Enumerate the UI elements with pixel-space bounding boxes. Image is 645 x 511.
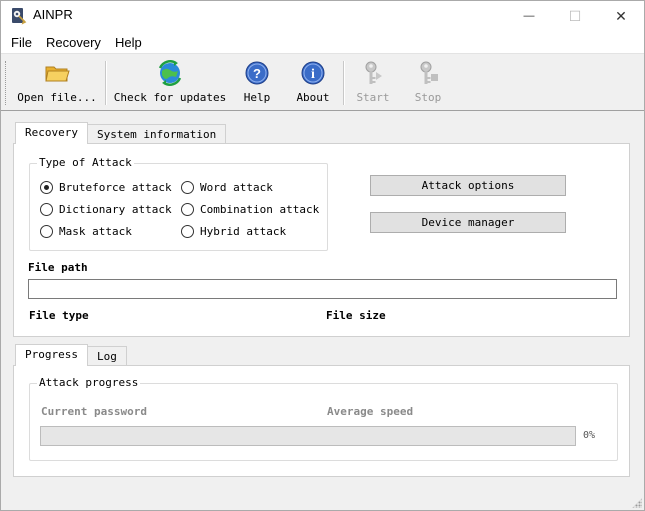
info-icon: i [301,61,325,85]
help-button[interactable]: ? Help [237,59,277,109]
radio-word-attack[interactable]: Word attack [181,181,273,194]
radio-combination-attack[interactable]: Combination attack [181,203,319,216]
svg-text:?: ? [253,66,261,81]
toolbar-separator [343,61,345,105]
radio-mask-label: Mask attack [59,225,132,238]
close-icon: ✕ [615,7,627,24]
radio-bruteforce-attack[interactable]: Bruteforce attack [40,181,172,194]
file-size-label: File size [326,309,386,322]
radio-dictionary-label: Dictionary attack [59,203,172,216]
radio-word-indicator [181,181,194,194]
close-button[interactable]: ✕ [598,1,644,31]
window-title: AINPR [33,7,73,22]
open-file-button[interactable]: Open file... [17,59,97,109]
stop-label: Stop [414,91,442,104]
radio-dictionary-attack[interactable]: Dictionary attack [40,203,172,216]
menu-help[interactable]: Help [115,35,142,50]
help-label: Help [243,91,271,104]
radio-combination-label: Combination attack [200,203,320,216]
progress-percent: 0% [583,430,596,441]
attack-progress-title: Attack progress [37,376,141,389]
attack-type-title: Type of Attack [37,156,134,169]
stop-button[interactable]: Stop [408,59,448,109]
radio-hybrid-attack[interactable]: Hybrid attack [181,225,286,238]
tab-recovery[interactable]: Recovery [15,122,88,144]
radio-bruteforce-label: Bruteforce attack [59,181,172,194]
tab-system-information[interactable]: System information [87,124,227,144]
key-stop-icon [420,61,438,84]
toolbar-separator [105,61,107,105]
radio-mask-indicator [40,225,53,238]
file-path-input[interactable] [28,279,617,299]
radio-dictionary-indicator [40,203,53,216]
app-logo-icon [12,8,27,25]
title-bar[interactable]: AINPR — ☐ ✕ [1,1,644,31]
radio-bruteforce-indicator [40,181,53,194]
radio-word-label: Word attack [200,181,273,194]
radio-hybrid-indicator [181,225,194,238]
radio-mask-attack[interactable]: Mask attack [40,225,132,238]
radio-combination-indicator [181,203,194,216]
file-type-label: File type [29,309,89,322]
check-updates-button[interactable]: Check for updates [113,59,227,109]
about-label: About [296,91,330,104]
menu-recovery[interactable]: Recovery [46,35,101,50]
tab-progress[interactable]: Progress [15,344,88,366]
attack-progress-group: Attack progress Current password Average… [29,376,618,461]
globe-refresh-icon [158,60,182,86]
attack-type-group: Type of Attack Bruteforce attack Word at… [29,156,328,251]
check-updates-label: Check for updates [113,91,227,104]
device-manager-button[interactable]: Device manager [370,212,566,233]
app-window: AINPR — ☐ ✕ File Recovery Help Open file… [0,0,645,511]
minimize-icon: — [523,10,535,22]
attack-options-button[interactable]: Attack options [370,175,566,196]
attack-progress-bar [40,426,576,446]
file-path-label: File path [28,261,88,274]
toolbar-grip[interactable] [5,61,8,105]
start-button[interactable]: Start [353,59,393,109]
menu-file[interactable]: File [11,35,32,50]
menu-bar: File Recovery Help [1,31,644,54]
maximize-icon: ☐ [568,7,582,24]
recovery-panel: Type of Attack Bruteforce attack Word at… [13,143,630,337]
folder-icon [45,66,70,82]
tab-log[interactable]: Log [87,346,127,366]
minimize-button[interactable]: — [506,1,552,31]
progress-panel: Attack progress Current password Average… [13,365,630,477]
radio-hybrid-label: Hybrid attack [200,225,287,238]
open-file-label: Open file... [17,91,97,104]
maximize-button[interactable]: ☐ [552,1,598,31]
start-label: Start [356,91,390,104]
current-password-label: Current password [41,405,147,418]
toolbar: Open file... Check for updates ? Help i … [1,55,644,111]
average-speed-label: Average speed [327,405,414,418]
resize-grip[interactable] [632,498,642,508]
svg-text:i: i [311,67,315,82]
key-icon [365,61,382,84]
help-icon: ? [245,61,269,85]
about-button[interactable]: i About [293,59,333,109]
